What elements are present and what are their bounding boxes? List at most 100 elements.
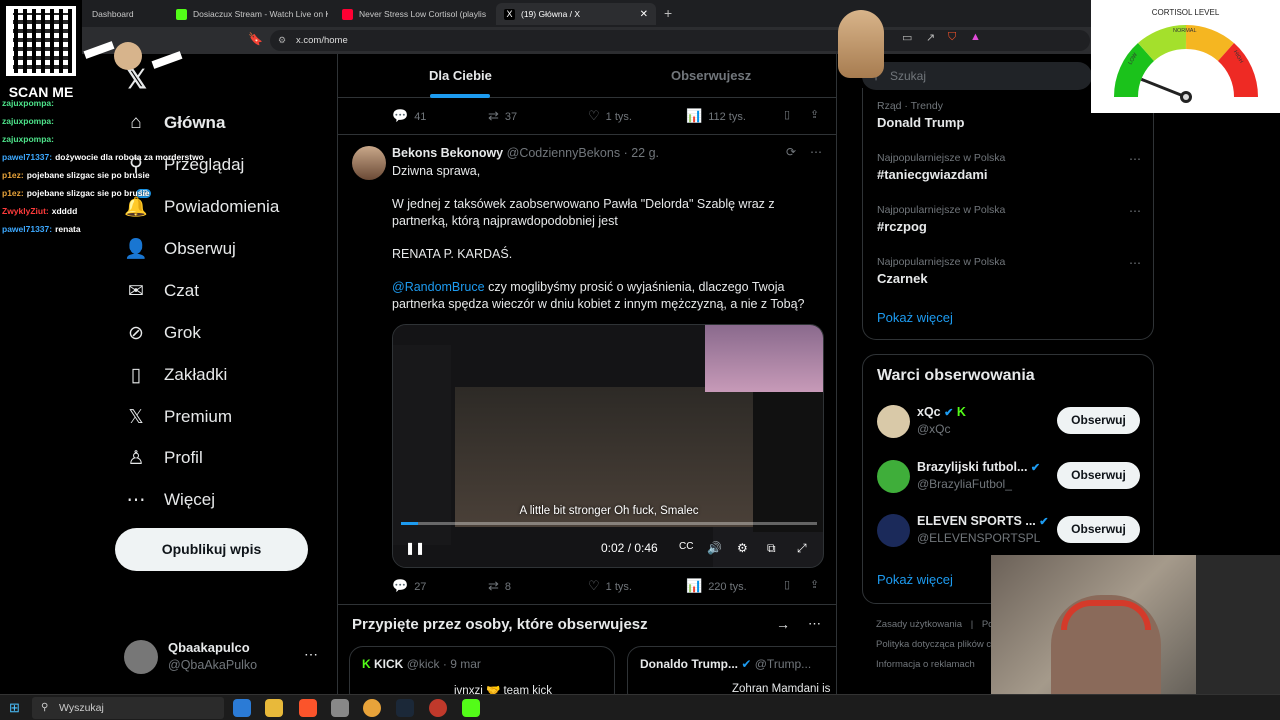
app-icon[interactable] — [331, 699, 349, 717]
show-more-trends[interactable]: Pokaż więcej — [877, 310, 953, 325]
verified-icon: ✔ — [741, 657, 752, 671]
pinned-card[interactable]: Donaldo Trump... ✔ @Trump... Zohran Mamd… — [627, 646, 836, 694]
mention-link[interactable]: @RandomBruce — [392, 280, 485, 294]
settings-icon[interactable]: ⚙ — [737, 541, 748, 555]
suggested-account[interactable]: xQc ✔ K @xQc Obserwuj — [877, 405, 1147, 443]
screen-icon[interactable]: ▭ — [902, 31, 912, 44]
nav-chat[interactable]: ✉ Czat — [124, 273, 199, 309]
like-count: 1 tys. — [605, 111, 632, 123]
reply-button[interactable]: 💬 27 — [392, 578, 426, 594]
url-field[interactable]: ⚙ x.com/home — [270, 30, 1090, 51]
steam-icon[interactable] — [396, 699, 414, 717]
share-icon[interactable]: ⇪ — [810, 108, 819, 121]
share-icon[interactable]: ⇪ — [810, 578, 819, 591]
account-name: Brazylijski futbol... ✔ — [917, 460, 1040, 474]
taskbar-search[interactable]: ⚲ Wyszukaj — [32, 697, 224, 719]
like-button[interactable]: ♡ 1 tys. — [588, 578, 632, 594]
suggested-account[interactable]: Brazylijski futbol... ✔ @BrazyliaFutbol_… — [877, 460, 1147, 498]
chat-text: dożywocie dla robota za morderstwo — [55, 152, 204, 162]
share-icon[interactable]: ↗ — [926, 31, 935, 44]
search-input[interactable]: ⚲ Szukaj — [862, 62, 1092, 90]
nav-home[interactable]: ⌂ Główna — [124, 105, 225, 141]
divider — [338, 604, 836, 605]
browser-tab-active[interactable]: X (19) Główna / X ✕ — [496, 3, 656, 25]
bookmark-page-icon[interactable]: 🔖 — [248, 32, 263, 46]
fullscreen-icon[interactable]: ⤢ — [797, 541, 807, 556]
trend-title: #taniecgwiazdami — [877, 167, 988, 182]
like-button[interactable]: ♡ 1 tys. — [588, 108, 632, 124]
pinned-more-icon[interactable]: ⋯ — [808, 616, 821, 632]
gauge-label-normal: NORMAL — [1173, 28, 1197, 34]
nav-follow[interactable]: 👤 Obserwuj — [124, 231, 236, 267]
brave-shield-icon[interactable]: ⛉ — [948, 31, 956, 44]
trend-more-icon[interactable]: ⋯ — [1129, 204, 1141, 218]
suggested-account[interactable]: ELEVEN SPORTS ... ✔ @ELEVENSPORTSPL Obse… — [877, 514, 1147, 552]
follow-button[interactable]: Obserwuj — [1057, 407, 1140, 434]
kick-app-icon[interactable] — [462, 699, 480, 717]
tweet-author-handle[interactable]: @CodziennyBekons — [507, 146, 620, 160]
browser-tab[interactable]: Never Stress Low Cortisol (playlis — [334, 3, 494, 25]
edge-icon[interactable] — [233, 699, 251, 717]
volume-icon[interactable]: 🔊 — [707, 541, 722, 555]
nav-bookmarks[interactable]: ▯ Zakładki — [124, 357, 228, 393]
post-button[interactable]: Opublikuj wpis — [115, 528, 308, 571]
pip-icon[interactable]: ⧉ — [767, 541, 776, 556]
browser-tab[interactable]: Dosiaczux Stream - Watch Live on Ki — [168, 3, 328, 25]
footer-link[interactable]: Zasady użytkowania — [876, 619, 962, 630]
repost-button[interactable]: ⇄ 8 — [488, 578, 511, 594]
arrow-right-icon[interactable]: → — [776, 616, 790, 632]
trend-more-icon[interactable]: ⋯ — [1129, 256, 1141, 270]
obs-icon[interactable] — [429, 699, 447, 717]
account-handle: @QbaAkaPulko — [168, 658, 258, 672]
grok-explain-icon[interactable]: ⟳ — [786, 145, 796, 159]
tweet-more-icon[interactable]: ⋯ — [810, 145, 822, 159]
captions-icon[interactable]: CC — [679, 541, 693, 552]
tweet-author-name[interactable]: Bekons Bekonowy — [392, 146, 503, 160]
brave-icon[interactable] — [299, 699, 317, 717]
footer-link[interactable]: Informacja o reklamach — [876, 659, 975, 670]
views-button[interactable]: 📊 112 tys. — [686, 108, 746, 124]
account-name: Qbaakapulco — [168, 640, 250, 655]
trend-item[interactable]: Najpopularniejsze w Polska Czarnek — [877, 256, 1005, 286]
rewards-icon[interactable]: ▲ — [970, 31, 981, 43]
bookmark-icon[interactable]: ▯ — [784, 108, 790, 121]
pause-icon[interactable]: ❚❚ — [405, 541, 425, 555]
browser-tab[interactable]: Dashboard — [84, 3, 164, 25]
video-progress-bar[interactable] — [401, 522, 817, 525]
video-progress-fill — [401, 522, 418, 525]
tweet-avatar[interactable] — [352, 146, 386, 180]
show-more-accounts[interactable]: Pokaż więcej — [877, 572, 953, 587]
chrome-icon[interactable] — [363, 699, 381, 717]
youtube-icon — [342, 8, 353, 20]
bookmark-icon[interactable]: ▯ — [784, 578, 790, 591]
nav-premium[interactable]: 𝕏 Premium — [124, 399, 232, 435]
file-explorer-icon[interactable] — [265, 699, 283, 717]
nav-grok[interactable]: ⊘ Grok — [124, 315, 201, 351]
trend-item[interactable]: Najpopularniejsze w Polska #rczpog — [877, 204, 1005, 234]
nav-profile[interactable]: ♙ Profil — [124, 440, 202, 476]
trend-item[interactable]: Najpopularniejsze w Polska #taniecgwiazd… — [877, 152, 1005, 182]
views-button[interactable]: 📊 220 tys. — [686, 578, 747, 594]
footer-link[interactable]: Polityka dotycząca plików c — [876, 639, 991, 650]
repost-icon: ⇄ — [488, 578, 499, 593]
pinned-card[interactable]: K KICK @kick · 9 mar ivnxzi 🤝 team kick — [349, 646, 615, 694]
trend-item[interactable]: Rząd · Trendy Donald Trump — [877, 100, 964, 130]
nav-more[interactable]: ⋯ Więcej — [124, 482, 216, 518]
windows-start-icon[interactable]: ⊞ — [9, 700, 20, 716]
tab-following[interactable]: Obserwujesz — [671, 68, 751, 83]
avatar — [877, 405, 910, 438]
trend-context: Najpopularniejsze w Polska — [877, 204, 1006, 216]
new-tab-icon[interactable]: + — [664, 5, 672, 21]
trend-context: Najpopularniejsze w Polska — [877, 256, 1006, 268]
site-info-icon[interactable]: ⚙ — [278, 30, 286, 51]
follow-button[interactable]: Obserwuj — [1057, 516, 1140, 543]
tab-for-you[interactable]: Dla Ciebie — [429, 68, 492, 83]
repost-button[interactable]: ⇄ 37 — [488, 108, 517, 124]
more-options-icon[interactable]: ⋯ — [304, 646, 318, 663]
tweet-video[interactable]: A little bit stronger Oh fuck, Smalec ❚❚… — [392, 324, 824, 568]
reply-button[interactable]: 💬 41 — [392, 108, 426, 124]
tweet-time[interactable]: 22 g. — [631, 146, 659, 160]
trend-more-icon[interactable]: ⋯ — [1129, 152, 1141, 166]
follow-button[interactable]: Obserwuj — [1057, 462, 1140, 489]
close-tab-icon[interactable]: ✕ — [640, 9, 648, 20]
